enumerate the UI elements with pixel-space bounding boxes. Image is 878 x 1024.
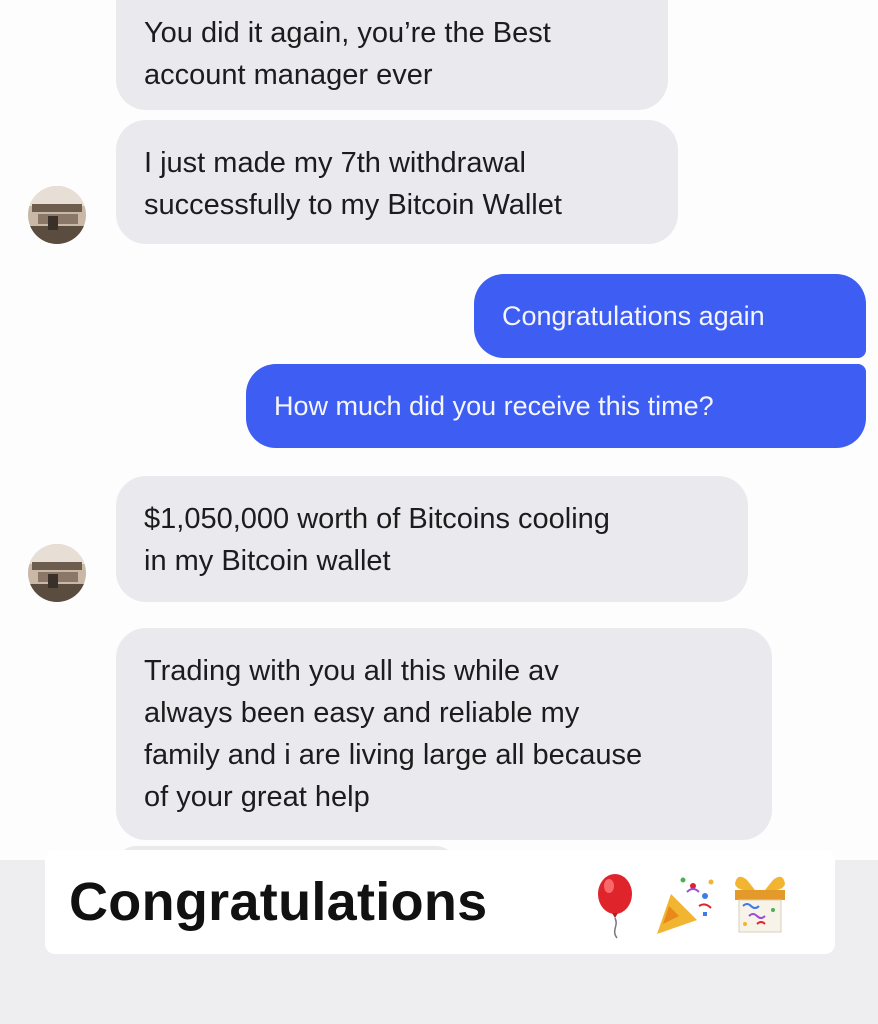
caption-title: Congratulations bbox=[69, 872, 488, 932]
message-bubble-outgoing[interactable]: Congratulations again bbox=[474, 274, 866, 358]
balloon-icon bbox=[598, 874, 632, 939]
message-line: family and i are living large all becaus… bbox=[144, 739, 643, 771]
message-line: I just made my 7th withdrawal bbox=[144, 147, 526, 179]
message-bubble-incoming[interactable]: $1,050,000 worth of Bitcoins cooling in … bbox=[116, 476, 748, 602]
message-line: successfully to my Bitcoin Wallet bbox=[144, 189, 562, 221]
message-bubble-incoming[interactable]: You did it again, you’re the Best accoun… bbox=[116, 0, 668, 110]
message-line: How much did you receive this time? bbox=[274, 391, 714, 421]
message-bubble-incoming[interactable]: I just made my 7th withdrawal successful… bbox=[116, 120, 678, 244]
contact-avatar[interactable] bbox=[28, 544, 86, 602]
party-popper-icon bbox=[657, 877, 714, 934]
gift-icon bbox=[735, 876, 785, 933]
message-bubble-outgoing[interactable]: How much did you receive this time? bbox=[246, 364, 866, 448]
avatar-image bbox=[28, 186, 86, 244]
message-line: Trading with you all this while av bbox=[144, 655, 559, 687]
message-line: account manager ever bbox=[144, 59, 433, 91]
chat-thread: You did it again, you’re the Best accoun… bbox=[0, 0, 878, 866]
caption-banner: Congratulations bbox=[45, 850, 835, 954]
message-line: always been easy and reliable my bbox=[144, 697, 580, 729]
contact-avatar[interactable] bbox=[28, 186, 86, 244]
message-line: of your great help bbox=[144, 781, 370, 813]
message-line: $1,050,000 worth of Bitcoins cooling bbox=[144, 503, 610, 535]
avatar-image bbox=[28, 544, 86, 602]
message-line: Congratulations again bbox=[502, 301, 765, 331]
message-line: You did it again, you’re the Best bbox=[144, 17, 551, 49]
message-bubble-incoming[interactable]: Trading with you all this while av alway… bbox=[116, 628, 772, 840]
message-line: in my Bitcoin wallet bbox=[144, 545, 391, 577]
